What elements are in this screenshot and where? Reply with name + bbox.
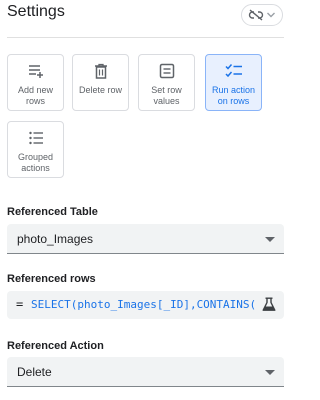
action-label: Add new rows: [17, 85, 54, 106]
referenced-rows-label: Referenced rows: [7, 273, 96, 285]
action-delete-row[interactable]: Delete row: [72, 54, 129, 111]
referenced-table-label: Referenced Table: [7, 206, 98, 218]
action-add-new-rows[interactable]: Add new rows: [7, 54, 64, 111]
chevron-down-icon: [266, 11, 276, 19]
link-off-icon: [248, 9, 264, 21]
referenced-action-label: Referenced Action: [7, 340, 104, 352]
link-toggle-button[interactable]: [241, 4, 283, 26]
action-label: Delete row: [78, 85, 123, 95]
header: Settings: [0, 0, 289, 30]
divider: [7, 37, 284, 38]
dropdown-arrow-icon: [265, 237, 275, 242]
action-label: Grouped actions: [17, 152, 54, 173]
flask-icon[interactable]: [262, 297, 276, 317]
add-rows-icon: [28, 63, 44, 79]
action-label: Set row values: [151, 85, 182, 106]
dropdown-arrow-icon: [265, 370, 275, 375]
edit-row-icon: [159, 63, 175, 79]
referenced-table-value: photo_Images: [17, 232, 94, 246]
checklist-icon: [224, 63, 243, 79]
action-grouped-actions[interactable]: Grouped actions: [7, 121, 64, 178]
action-label: Run action on rows: [211, 85, 256, 106]
expression-text: SELECT(photo_Images[_ID],CONTAINS(: [31, 298, 257, 311]
trash-icon: [94, 63, 108, 79]
equals-sign: =: [16, 297, 24, 311]
referenced-action-value: Delete: [17, 365, 52, 379]
referenced-action-select[interactable]: Delete: [7, 357, 284, 387]
list-icon: [28, 130, 44, 146]
referenced-rows-expression-field[interactable]: = SELECT(photo_Images[_ID],CONTAINS(: [7, 291, 284, 319]
page-title: Settings: [7, 3, 65, 20]
action-set-row-values[interactable]: Set row values: [138, 54, 195, 111]
action-run-action-on-rows[interactable]: Run action on rows: [205, 54, 262, 111]
referenced-table-select[interactable]: photo_Images: [7, 224, 284, 254]
